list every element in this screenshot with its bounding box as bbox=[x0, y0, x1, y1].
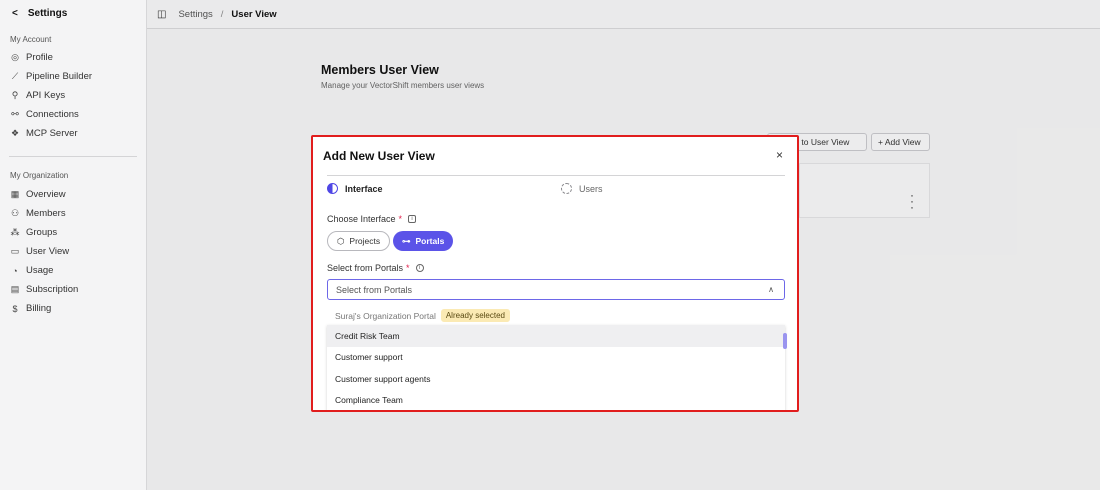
wand-icon: ⟋ bbox=[11, 71, 19, 81]
user-circle-icon: ◎ bbox=[11, 52, 19, 62]
sidebar-item-mcp-server[interactable]: ❖ MCP Server bbox=[0, 124, 146, 143]
grid-icon: ▦ bbox=[10, 189, 20, 199]
dropdown-scrollbar[interactable] bbox=[783, 333, 787, 349]
back-to-settings[interactable]: < Settings bbox=[0, 0, 146, 26]
org-section-title: My Organization bbox=[10, 171, 69, 180]
interface-option-projects[interactable]: ⬡ Projects bbox=[327, 231, 391, 251]
sidebar-item-usage[interactable]: ◔ Usage bbox=[0, 261, 146, 280]
sidebar-divider bbox=[9, 156, 137, 157]
close-icon[interactable]: × bbox=[776, 148, 783, 162]
sidebar: < Settings My Account ◎ Profile ⟋ Pipeline… bbox=[0, 0, 147, 490]
sidebar-item-members[interactable]: ⚇ Members bbox=[0, 204, 146, 223]
sidebar-item-groups[interactable]: ⁂ Groups bbox=[0, 223, 146, 242]
already-selected-badge: Already selected bbox=[440, 309, 510, 322]
sidebar-item-pipeline-builder[interactable]: ⟋ Pipeline Builder bbox=[0, 67, 146, 86]
portal-icon: ⊶ bbox=[402, 235, 411, 246]
step-interface[interactable]: Interface bbox=[327, 183, 383, 194]
gauge-icon: ◔ bbox=[12, 265, 18, 276]
key-icon: ⚲ bbox=[11, 90, 19, 100]
step-divider bbox=[327, 175, 785, 176]
sidebar-item-connections[interactable]: ⚯ Connections bbox=[0, 105, 146, 124]
info-icon[interactable]: i bbox=[408, 215, 417, 223]
modal-title: Add New User View bbox=[323, 149, 435, 163]
sidebar-item-profile[interactable]: ◎ Profile bbox=[0, 48, 146, 67]
interface-option-portals[interactable]: ⊶ Portals bbox=[393, 231, 454, 251]
portal-option[interactable]: Credit Risk Team bbox=[327, 325, 785, 347]
server-icon: ❖ bbox=[10, 128, 20, 138]
chevron-left-icon: < bbox=[12, 7, 18, 19]
half-circle-icon bbox=[327, 183, 338, 194]
users-icon: ⚇ bbox=[10, 208, 20, 218]
plug-icon: ⚯ bbox=[11, 109, 19, 119]
portal-option[interactable]: Customer support bbox=[327, 347, 785, 369]
portal-options-list: Credit Risk Team Customer support Custom… bbox=[327, 325, 785, 411]
add-user-view-modal: Add New User View × Interface Users Choo… bbox=[311, 135, 799, 412]
sidebar-item-api-keys[interactable]: ⚲ API Keys bbox=[0, 86, 146, 105]
account-section-title: My Account bbox=[10, 35, 52, 44]
dashed-circle-icon bbox=[561, 183, 572, 194]
dollar-icon: $ bbox=[12, 303, 18, 314]
portal-option[interactable]: Customer support agents bbox=[327, 368, 785, 390]
selected-portal-row: Suraj's Organization Portal Already sele… bbox=[327, 306, 785, 325]
sidebar-item-subscription[interactable]: ▤ Subscription bbox=[0, 280, 146, 299]
step-users[interactable]: Users bbox=[561, 183, 603, 194]
portal-option[interactable]: Compliance Team bbox=[327, 390, 785, 411]
select-portals-label: Select from Portals * i bbox=[327, 263, 424, 273]
cube-icon: ⬡ bbox=[337, 235, 345, 246]
sidebar-item-overview[interactable]: ▦ Overview bbox=[0, 185, 146, 204]
group-icon: ⁂ bbox=[10, 227, 20, 237]
monitor-icon: ▭ bbox=[10, 246, 20, 256]
choose-interface-label: Choose Interface * i bbox=[327, 214, 417, 224]
sidebar-item-billing[interactable]: $ Billing bbox=[0, 299, 146, 318]
sidebar-item-user-view[interactable]: ▭ User View bbox=[0, 242, 146, 261]
info-icon[interactable]: i bbox=[415, 264, 424, 272]
card-icon: ▤ bbox=[10, 284, 20, 294]
chevron-up-icon: ∧ bbox=[768, 285, 774, 294]
portals-select[interactable]: Select from Portals ∧ bbox=[327, 279, 785, 300]
